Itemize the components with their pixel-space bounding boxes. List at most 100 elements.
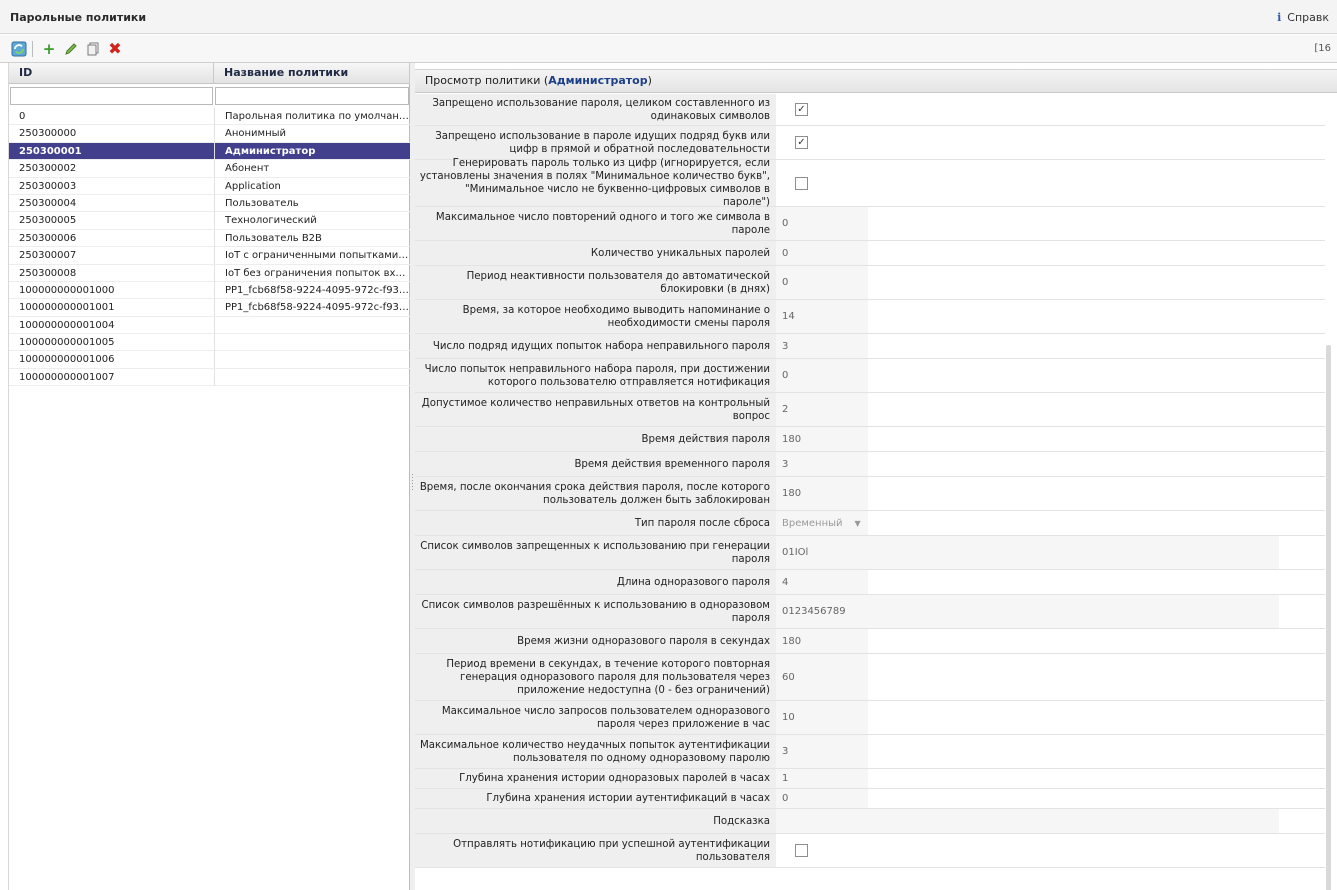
field-value-input[interactable]: 0: [776, 207, 868, 240]
field-label-text: Время, после окончания срока действия па…: [419, 481, 770, 506]
name-filter-input[interactable]: [215, 87, 409, 105]
table-row[interactable]: 0 Парольная политика по умолчанию: [9, 108, 410, 126]
title-bar: Парольные политики i Справк: [0, 0, 1337, 34]
vertical-scrollbar[interactable]: [1326, 345, 1331, 890]
field-label-text: Тип пароля после сброса: [634, 517, 770, 529]
table-row[interactable]: 250300005 Технологический: [9, 212, 410, 230]
checkbox[interactable]: ✓: [795, 103, 808, 116]
field-value-input[interactable]: 0: [776, 241, 868, 265]
form-row: Подсказка: [415, 809, 1325, 834]
password-type-select[interactable]: Временный ▼: [776, 511, 868, 535]
field-label: Максимальное количество неудачных попыто…: [415, 735, 776, 768]
table-row[interactable]: 100000000001001 PP1_fcb68f58-9224-4095-97…: [9, 299, 410, 317]
panel-title: Просмотр политики (Администратор): [415, 69, 1337, 93]
checkbox[interactable]: [795, 176, 808, 190]
table-row[interactable]: 250300003 Application: [9, 177, 410, 195]
table-row[interactable]: 250300002 Абонент: [9, 160, 410, 178]
delete-button[interactable]: ✖: [106, 40, 124, 58]
row-id-cell: 100000000001007: [19, 371, 115, 383]
field-value-text: 10: [782, 712, 795, 723]
field-value-input[interactable]: 1: [776, 769, 868, 788]
row-name-cell: Абонент: [214, 160, 410, 178]
field-label-text: Список символов разрешённых к использова…: [421, 599, 770, 624]
toolbar-separator: [32, 41, 33, 57]
row-id-cell: 100000000001006: [19, 354, 115, 366]
field-value-input[interactable]: 0: [776, 266, 868, 299]
table-row[interactable]: 100000000001000 PP1_fcb68f58-9224-4095-97…: [9, 281, 410, 300]
checkbox[interactable]: [795, 844, 808, 857]
column-header-id[interactable]: ID: [9, 63, 214, 84]
field-label: Количество уникальных паролей: [415, 241, 776, 265]
form-row: Список символов разрешённых к использова…: [415, 595, 1325, 629]
field-label: Запрещено использование в пароле идущих …: [415, 126, 776, 159]
form-row: Период неактивности пользователя до авто…: [415, 266, 1325, 300]
field-value-input[interactable]: 180: [776, 629, 868, 653]
table-row[interactable]: 250300007 IoT с ограниченными попытками в…: [9, 247, 410, 265]
form-row: Период времени в секундах, в течение кот…: [415, 654, 1325, 701]
field-value-input[interactable]: 10: [776, 701, 868, 734]
field-value-input[interactable]: 4: [776, 570, 868, 594]
policy-details-panel: Просмотр политики (Администратор) Запрещ…: [415, 63, 1337, 890]
field-value: [776, 160, 808, 206]
table-row[interactable]: 100000000001006: [9, 351, 410, 369]
field-value-input[interactable]: 180: [776, 477, 868, 510]
table-row[interactable]: 250300001 Администратор: [9, 142, 410, 161]
chevron-down-icon[interactable]: ▼: [855, 519, 861, 528]
row-id-cell: 250300001: [19, 145, 82, 157]
field-label-text: Время жизни одноразового пароля в секунд…: [517, 635, 770, 647]
field-label: Отправлять нотификацию при успешной ауте…: [415, 834, 776, 867]
field-label-text: Отправлять нотификацию при успешной ауте…: [453, 838, 770, 863]
id-filter-input[interactable]: [10, 87, 213, 105]
field-value-input[interactable]: 2: [776, 393, 868, 426]
row-name-cell: [214, 316, 410, 334]
panel-title-prefix: Просмотр политики (: [425, 74, 549, 87]
field-value-input[interactable]: 3: [776, 452, 868, 476]
table-row[interactable]: 100000000001004: [9, 316, 410, 335]
field-label-text: Подсказка: [713, 815, 770, 827]
edit-button[interactable]: [62, 40, 80, 58]
field-value-input[interactable]: [776, 809, 1279, 833]
field-value-text: 14: [782, 311, 795, 322]
table-row[interactable]: 100000000001007: [9, 368, 410, 387]
field-label: Время, за которое необходимо выводить на…: [415, 300, 776, 333]
table-row[interactable]: 250300004 Пользователь: [9, 194, 410, 213]
form-row: Допустимое количество неправильных ответ…: [415, 393, 1325, 427]
field-label-text: Максимальное число повторений одного и т…: [435, 211, 770, 236]
copy-button[interactable]: [84, 40, 102, 58]
refresh-button[interactable]: [10, 40, 28, 58]
checkbox[interactable]: ✓: [795, 136, 808, 149]
field-label-text: Допустимое количество неправильных ответ…: [421, 397, 770, 422]
field-value-input[interactable]: 01IOl: [776, 536, 1279, 569]
table-row[interactable]: 250300006 Пользователь B2B: [9, 229, 410, 248]
checkmark-icon: ✓: [797, 136, 806, 148]
field-label-text: Максимальное число запросов пользователе…: [441, 705, 770, 730]
splitter-grip-icon[interactable]: [411, 473, 414, 491]
field-value-input[interactable]: 0: [776, 359, 868, 392]
field-value-text: 0: [782, 370, 789, 381]
form-row: Время действия пароля 180: [415, 427, 1325, 452]
field-value-text: 0: [782, 793, 789, 804]
field-value-input[interactable]: 180: [776, 427, 868, 451]
table-row[interactable]: 250300008 IoT без ограничения попыток вхо…: [9, 264, 410, 282]
form-row: Отправлять нотификацию при успешной ауте…: [415, 834, 1325, 868]
field-value-input[interactable]: 0: [776, 789, 868, 808]
field-value: [776, 834, 808, 867]
field-value-input[interactable]: 0123456789: [776, 595, 1279, 628]
policy-grid: ID Название политики 0 Парольная политика…: [8, 63, 410, 890]
form-row: Время, за которое необходимо выводить на…: [415, 300, 1325, 334]
table-row[interactable]: 100000000001005: [9, 334, 410, 352]
field-label: Список символов разрешённых к использова…: [415, 595, 776, 628]
column-header-name[interactable]: Название политики: [214, 63, 410, 84]
field-label-text: Количество уникальных паролей: [590, 247, 770, 259]
add-button[interactable]: +: [40, 40, 58, 58]
table-row[interactable]: 250300000 Анонимный: [9, 125, 410, 143]
field-value-input[interactable]: 60: [776, 654, 868, 700]
field-value-input[interactable]: 3: [776, 735, 868, 768]
field-label: Подсказка: [415, 809, 776, 833]
field-label: Максимальное число повторений одного и т…: [415, 207, 776, 240]
help-link[interactable]: i Справк: [1277, 11, 1329, 24]
field-value-text: 60: [782, 671, 795, 683]
field-value-input[interactable]: 14: [776, 300, 868, 333]
field-label: Период времени в секундах, в течение кот…: [415, 654, 776, 700]
field-value-input[interactable]: 3: [776, 334, 868, 358]
